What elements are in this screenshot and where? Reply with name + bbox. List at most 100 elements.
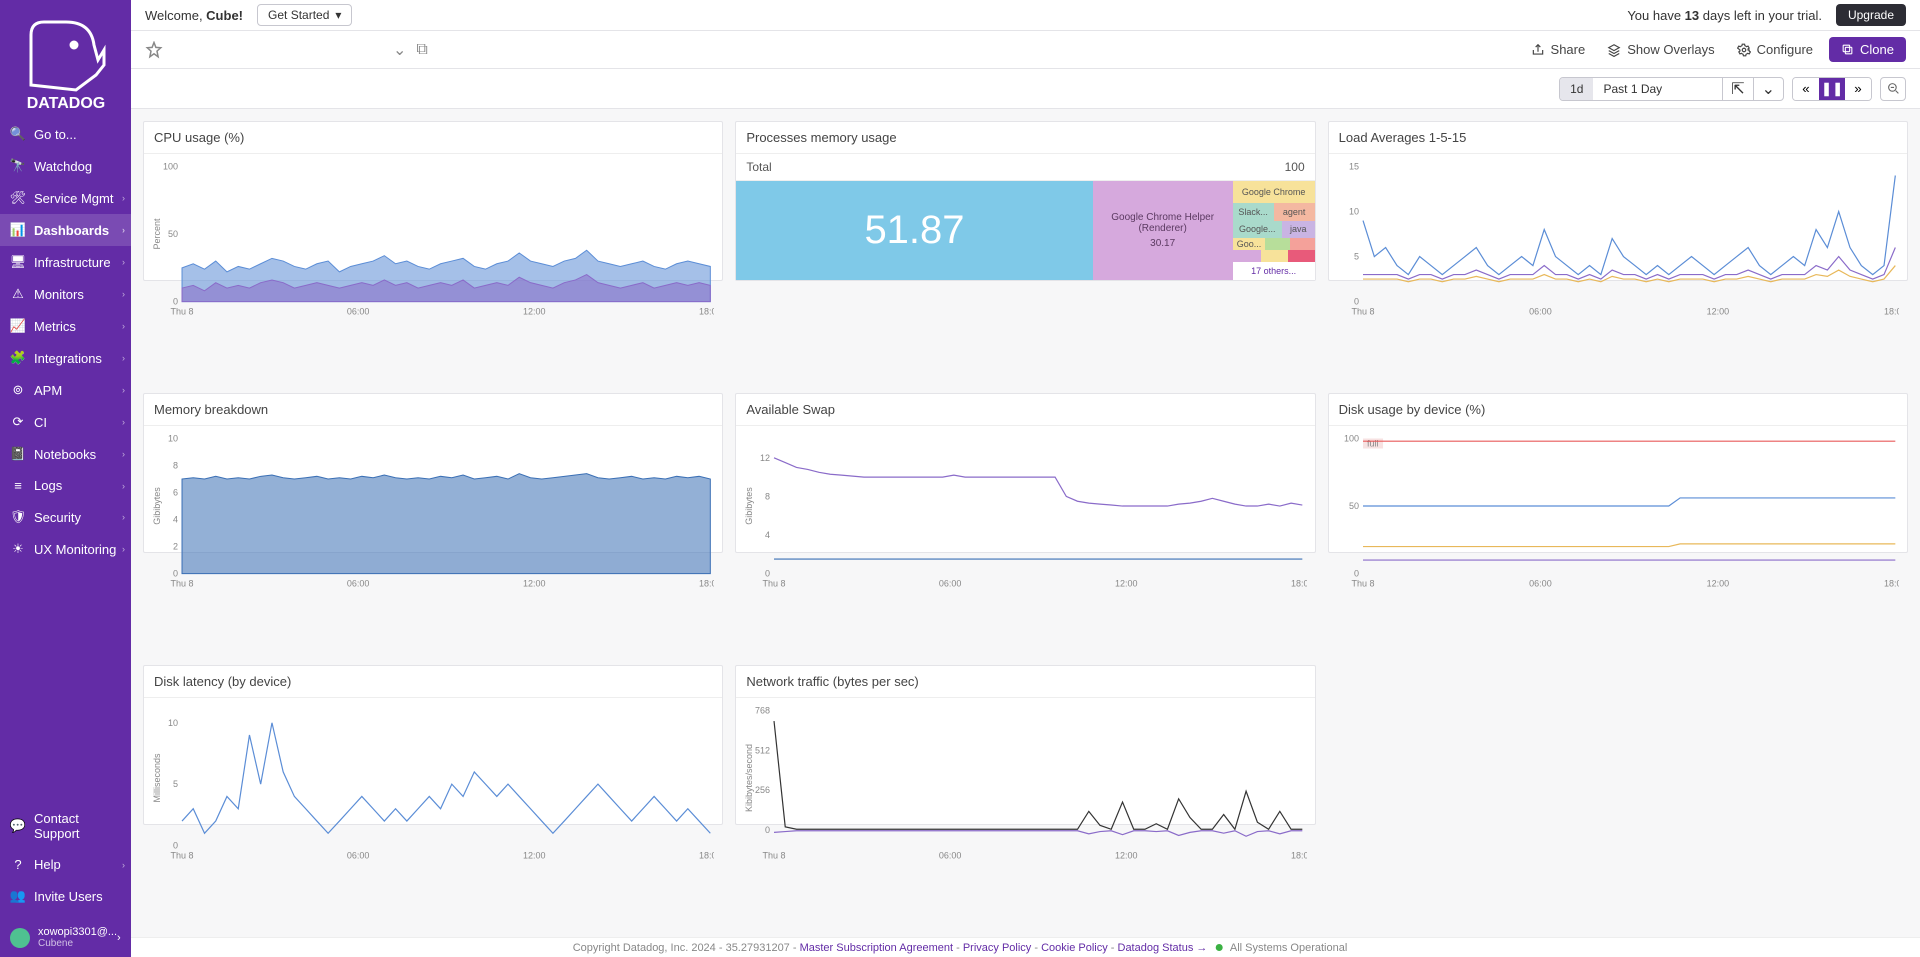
time-range-selector[interactable]: 1d Past 1 Day ⇱ ⌄ [1559, 77, 1784, 101]
cpu-chart: 050100Thu 806:0012:0018:00Percent [152, 160, 714, 320]
panel-title: Disk usage by device (%) [1329, 394, 1907, 426]
sidebar-item-contact-support[interactable]: 💬Contact Support [0, 803, 131, 849]
footer-link[interactable]: Master Subscription Agreement [800, 942, 953, 954]
sidebar-item-ux-monitoring[interactable]: ☀UX Monitoring› [0, 533, 131, 565]
treemap-cell[interactable]: Slack... [1233, 203, 1274, 221]
panel-network[interactable]: Network traffic (bytes per sec) 02565127… [735, 665, 1315, 825]
playback-controls: « ❚❚ » [1792, 77, 1872, 101]
treemap-cell[interactable]: Goo... [1233, 238, 1266, 250]
svg-text:12:00: 12:00 [1115, 851, 1138, 861]
overlays-button[interactable]: Show Overlays [1601, 38, 1720, 61]
copyright: Copyright Datadog, Inc. 2024 - 35.279312… [573, 942, 800, 954]
footer: Copyright Datadog, Inc. 2024 - 35.279312… [131, 937, 1920, 957]
sidebar-item-apm[interactable]: ⊚APM› [0, 374, 131, 406]
share-icon [1531, 43, 1545, 57]
svg-text:06:00: 06:00 [347, 579, 370, 589]
step-forward-button[interactable]: » [1845, 78, 1871, 100]
chevron-down-icon[interactable]: ⌄ [1753, 78, 1783, 100]
total-value: 100 [1285, 160, 1305, 174]
treemap-cell[interactable]: Google Chrome [1233, 181, 1315, 203]
svg-text:Gibibytes: Gibibytes [152, 487, 162, 525]
time-controls: 1d Past 1 Day ⇱ ⌄ « ❚❚ » [131, 69, 1920, 109]
treemap-helper-cell[interactable]: Google Chrome Helper (Renderer) 30.17 [1093, 181, 1233, 280]
panel-load[interactable]: Load Averages 1-5-15 051015Thu 806:0012:… [1328, 121, 1908, 281]
datadog-logo[interactable]: DATADOG [0, 0, 131, 118]
dropdown-icon[interactable]: ⌄ [393, 40, 406, 60]
sidebar-item-watchdog[interactable]: 🔭Watchdog [0, 150, 131, 182]
treemap-cell[interactable] [1288, 250, 1315, 262]
notebook-icon: 📓 [10, 446, 26, 462]
share-button[interactable]: Share [1525, 38, 1592, 61]
svg-text:512: 512 [755, 745, 770, 755]
panel-cpu[interactable]: CPU usage (%) 050100Thu 806:0012:0018:00… [143, 121, 723, 281]
svg-text:10: 10 [168, 433, 178, 443]
pause-button[interactable]: ❚❚ [1819, 78, 1845, 100]
svg-text:18:00: 18:00 [1291, 851, 1306, 861]
sidebar-item-label: Help [34, 857, 61, 872]
sidebar-item-security[interactable]: 🛡Security› [0, 501, 131, 533]
treemap-cell[interactable] [1233, 250, 1261, 262]
svg-text:12:00: 12:00 [1706, 579, 1729, 589]
treemap-main-cell[interactable]: 51.87 [736, 181, 1092, 280]
caret-down-icon: ▾ [335, 8, 341, 22]
svg-text:Thu 8: Thu 8 [1351, 579, 1374, 589]
chevron-right-icon: › [117, 932, 121, 944]
upgrade-button[interactable]: Upgrade [1836, 4, 1906, 26]
sidebar-item-monitors[interactable]: ⚠Monitors› [0, 278, 131, 310]
svg-text:4: 4 [765, 530, 770, 540]
sidebar-item-notebooks[interactable]: 📓Notebooks› [0, 438, 131, 470]
svg-text:Percent: Percent [152, 218, 162, 250]
svg-text:0: 0 [173, 841, 178, 851]
logs-icon: ≡ [10, 478, 26, 493]
treemap-cell[interactable] [1265, 238, 1290, 250]
treemap-cell[interactable]: agent [1274, 203, 1315, 221]
configure-button[interactable]: Configure [1731, 38, 1819, 61]
step-back-button[interactable]: « [1793, 78, 1819, 100]
get-started-button[interactable]: Get Started ▾ [257, 4, 352, 26]
sidebar-item-metrics[interactable]: 📈Metrics› [0, 310, 131, 342]
sidebar-item-label: Go to... [34, 127, 77, 142]
copy-icon[interactable]: ⧉ [416, 41, 427, 59]
svg-text:5: 5 [173, 779, 178, 789]
svg-text:Thu 8: Thu 8 [763, 579, 786, 589]
sidebar-item-infrastructure[interactable]: 🖥Infrastructure› [0, 246, 131, 278]
sidebar-item-logs[interactable]: ≡Logs› [0, 470, 131, 501]
sidebar-item-service-mgmt[interactable]: 🛠Service Mgmt› [0, 182, 131, 214]
chevron-right-icon: › [122, 289, 125, 299]
treemap-cell[interactable]: java [1282, 221, 1315, 239]
get-started-label: Get Started [268, 8, 329, 22]
footer-link[interactable]: Datadog Status → [1118, 942, 1208, 954]
chevron-right-icon: › [122, 193, 125, 203]
sidebar: DATADOG 🔍Go to...🔭Watchdog🛠Service Mgmt›… [0, 0, 131, 957]
treemap-cell[interactable] [1261, 250, 1288, 262]
svg-text:18:00: 18:00 [1884, 579, 1899, 589]
range-pill: 1d [1560, 78, 1593, 100]
treemap-cell[interactable] [1290, 238, 1315, 250]
treemap-cell[interactable]: Google... [1233, 221, 1282, 239]
user-menu[interactable]: xowopi3301@... Cubene › [0, 918, 131, 957]
footer-link[interactable]: Cookie Policy [1041, 942, 1108, 954]
svg-text:8: 8 [173, 461, 178, 471]
panel-memory[interactable]: Memory breakdown 0246810Thu 806:0012:001… [143, 393, 723, 553]
sidebar-item-invite-users[interactable]: 👥Invite Users [0, 880, 131, 912]
sidebar-item-dashboards[interactable]: 📊Dashboards› [0, 214, 131, 246]
panel-disk-latency[interactable]: Disk latency (by device) 0510Thu 806:001… [143, 665, 723, 825]
pin-icon[interactable]: ⇱ [1722, 78, 1752, 100]
panel-swap[interactable]: Available Swap 04812Thu 806:0012:0018:00… [735, 393, 1315, 553]
clone-button[interactable]: Clone [1829, 37, 1906, 62]
treemap-others[interactable]: 17 others... [1233, 262, 1315, 280]
sidebar-item-ci[interactable]: ⟳CI› [0, 406, 131, 438]
help-icon: ? [10, 857, 26, 872]
panel-processes[interactable]: Processes memory usage Total 100 51.87 G… [735, 121, 1315, 281]
footer-link[interactable]: Privacy Policy [963, 942, 1031, 954]
sidebar-item-go-to-[interactable]: 🔍Go to... [0, 118, 131, 150]
panel-title: CPU usage (%) [144, 122, 722, 154]
sidebar-item-label: Security [34, 510, 81, 525]
zoom-out-button[interactable] [1880, 77, 1906, 101]
sidebar-item-integrations[interactable]: 🧩Integrations› [0, 342, 131, 374]
star-icon[interactable] [145, 41, 163, 59]
binoculars-icon: 🔭 [10, 158, 26, 174]
sidebar-item-help[interactable]: ?Help› [0, 849, 131, 880]
status-dot-icon [1215, 944, 1222, 951]
panel-disk-usage[interactable]: Disk usage by device (%) 050100Thu 806:0… [1328, 393, 1908, 553]
